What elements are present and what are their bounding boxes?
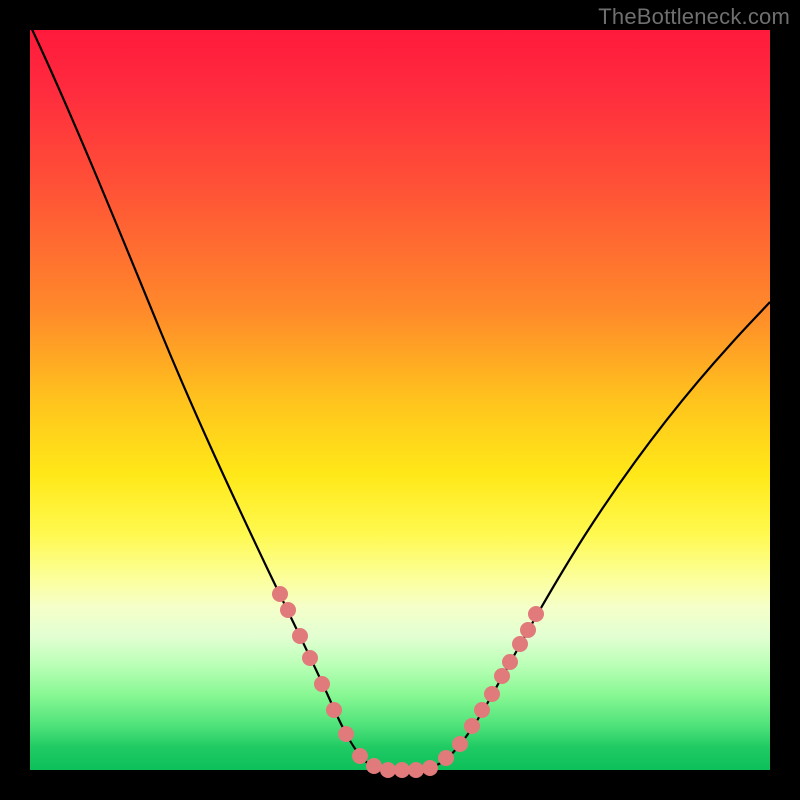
- marker-dot: [352, 748, 368, 764]
- marker-dot: [408, 762, 424, 778]
- marker-dot: [474, 702, 490, 718]
- marker-dot: [292, 628, 308, 644]
- marker-dot: [438, 750, 454, 766]
- marker-dot: [272, 586, 288, 602]
- marker-dot: [314, 676, 330, 692]
- bottleneck-curve-layer: [30, 30, 770, 770]
- marker-dot: [326, 702, 342, 718]
- marker-dot: [452, 736, 468, 752]
- marker-dot: [494, 668, 510, 684]
- marker-dot: [302, 650, 318, 666]
- bottleneck-curve: [30, 25, 770, 770]
- chart-frame: TheBottleneck.com: [0, 0, 800, 800]
- marker-dot: [422, 760, 438, 776]
- marker-dot: [394, 762, 410, 778]
- marker-dot: [520, 622, 536, 638]
- marker-dot: [484, 686, 500, 702]
- marker-dot: [338, 726, 354, 742]
- marker-dot: [502, 654, 518, 670]
- watermark-text: TheBottleneck.com: [598, 4, 790, 30]
- marker-dot: [512, 636, 528, 652]
- marker-dot: [464, 718, 480, 734]
- marker-dot: [366, 758, 382, 774]
- marker-dot: [280, 602, 296, 618]
- plot-area: [30, 30, 770, 770]
- marker-dot: [528, 606, 544, 622]
- marker-dot: [380, 762, 396, 778]
